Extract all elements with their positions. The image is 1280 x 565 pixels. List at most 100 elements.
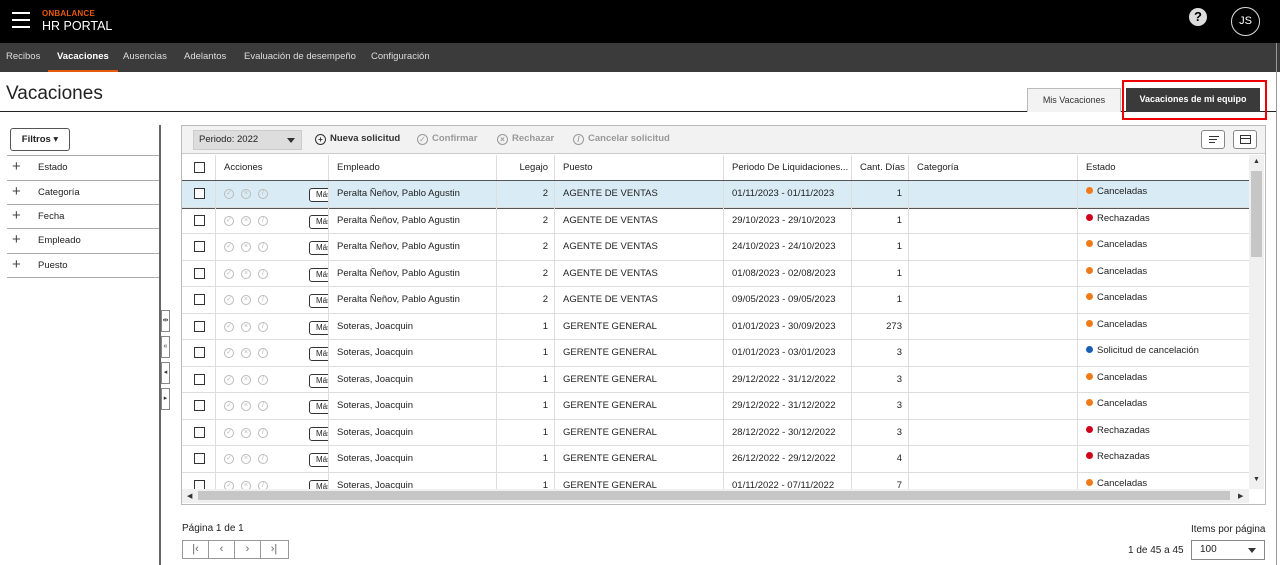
- first-page-icon[interactable]: |‹: [183, 541, 209, 558]
- filter-estado[interactable]: + Estado: [7, 155, 159, 179]
- table-row[interactable]: ✓ × / MásPeralta Ñeñov, Pablo Agustin2AGENT…: [182, 180, 1249, 209]
- col-categoria[interactable]: Categoría: [908, 155, 1077, 181]
- filter-fecha[interactable]: + Fecha: [7, 204, 159, 228]
- confirm-icon[interactable]: ✓: [224, 374, 234, 385]
- nav-configuracion[interactable]: Configuración: [371, 43, 430, 72]
- more-button[interactable]: Más: [309, 294, 328, 308]
- more-button[interactable]: Más: [309, 453, 328, 467]
- reject-icon[interactable]: ×: [241, 454, 251, 464]
- reject-icon[interactable]: ×: [241, 215, 251, 226]
- scroll-up-icon[interactable]: ▲: [1253, 158, 1260, 165]
- confirm-icon[interactable]: ✓: [224, 427, 234, 438]
- table-row[interactable]: ✓ × / MásSoteras, Joacquin1GERENTE GENERAL2…: [182, 419, 1249, 446]
- menu-icon[interactable]: [12, 12, 30, 30]
- collapse-left-icon[interactable]: ◂: [161, 362, 170, 384]
- confirm-icon[interactable]: ✓: [224, 480, 234, 489]
- col-dias[interactable]: Cant. Días: [851, 155, 908, 181]
- cancel-icon[interactable]: /: [258, 374, 268, 385]
- row-checkbox[interactable]: [194, 453, 205, 464]
- confirm-icon[interactable]: ✓: [224, 401, 234, 411]
- items-per-page-select[interactable]: 100: [1191, 540, 1265, 560]
- vertical-scroll-thumb[interactable]: [1251, 171, 1262, 257]
- cancel-icon[interactable]: /: [258, 401, 268, 411]
- table-row[interactable]: ✓ × / MásPeralta Ñeñov, Pablo Agustin2AGENT…: [182, 207, 1249, 234]
- reject-icon[interactable]: ×: [241, 321, 251, 332]
- collapse-all-icon[interactable]: «: [161, 336, 170, 358]
- cancel-request-button[interactable]: / Cancelar solicitud: [573, 133, 670, 145]
- confirm-icon[interactable]: ✓: [224, 268, 234, 279]
- col-legajo[interactable]: Legajo: [496, 155, 554, 181]
- more-button[interactable]: Más: [309, 188, 328, 202]
- reject-icon[interactable]: ×: [241, 427, 251, 438]
- reject-icon[interactable]: ×: [241, 242, 251, 252]
- reject-icon[interactable]: ×: [241, 401, 251, 411]
- horizontal-scroll-thumb[interactable]: [198, 491, 1230, 500]
- table-row[interactable]: ✓ × / MásSoteras, Joacquin1GERENTE GENERAL0…: [182, 313, 1249, 340]
- row-checkbox[interactable]: [194, 294, 205, 305]
- cancel-icon[interactable]: /: [258, 480, 268, 489]
- new-request-button[interactable]: + Nueva solicitud: [315, 133, 400, 145]
- cancel-icon[interactable]: /: [258, 348, 268, 358]
- help-icon[interactable]: ?: [1189, 8, 1207, 26]
- col-acciones[interactable]: Acciones: [215, 155, 328, 181]
- cancel-icon[interactable]: /: [258, 268, 268, 279]
- confirm-icon[interactable]: ✓: [224, 454, 234, 464]
- reject-icon[interactable]: ×: [241, 295, 251, 305]
- table-row[interactable]: ✓ × / MásPeralta Ñeñov, Pablo Agustin2AGENT…: [182, 287, 1249, 314]
- confirm-icon[interactable]: ✓: [224, 215, 234, 226]
- confirm-icon[interactable]: ✓: [224, 242, 234, 252]
- filters-button[interactable]: Filtros ▾: [10, 128, 70, 151]
- scroll-right-icon[interactable]: ▶: [1238, 492, 1243, 500]
- filter-puesto[interactable]: + Puesto: [7, 253, 159, 277]
- last-page-icon[interactable]: ›|: [261, 541, 287, 558]
- table-row[interactable]: ✓ × / MásPeralta Ñeñov, Pablo Agustin2AGENT…: [182, 260, 1249, 287]
- table-row[interactable]: ✓ × / MásSoteras, Joacquin1GERENTE GENERAL0…: [182, 472, 1249, 489]
- more-button[interactable]: Más: [309, 214, 328, 229]
- confirm-icon[interactable]: ✓: [224, 321, 234, 332]
- row-checkbox[interactable]: [194, 400, 205, 411]
- more-button[interactable]: Más: [309, 241, 328, 255]
- row-checkbox[interactable]: [194, 188, 205, 199]
- tab-mis-vacaciones[interactable]: Mis Vacaciones: [1027, 88, 1121, 112]
- next-page-icon[interactable]: ›: [235, 541, 261, 558]
- filter-empleado[interactable]: + Empleado: [7, 228, 159, 252]
- confirm-icon[interactable]: ✓: [224, 189, 234, 199]
- tab-vacaciones-equipo[interactable]: Vacaciones de mi equipo: [1126, 88, 1260, 112]
- reject-icon[interactable]: ×: [241, 189, 251, 199]
- table-row[interactable]: ✓ × / MásSoteras, Joacquin1GERENTE GENERAL2…: [182, 446, 1249, 473]
- row-checkbox[interactable]: [194, 479, 205, 489]
- col-empleado[interactable]: Empleado: [328, 155, 496, 181]
- brand-logo[interactable]: ONBALANCE HR PORTAL: [42, 10, 112, 33]
- prev-page-icon[interactable]: ‹: [209, 541, 235, 558]
- list-view-button[interactable]: [1201, 130, 1225, 149]
- cancel-icon[interactable]: /: [258, 295, 268, 305]
- row-checkbox[interactable]: [194, 214, 205, 226]
- row-checkbox[interactable]: [194, 373, 205, 385]
- table-row[interactable]: ✓ × / MásSoteras, Joacquin1GERENTE GENERAL2…: [182, 366, 1249, 393]
- cancel-icon[interactable]: /: [258, 454, 268, 464]
- nav-ausencias[interactable]: Ausencias: [123, 43, 167, 72]
- row-checkbox[interactable]: [194, 426, 205, 438]
- col-estado[interactable]: Estado: [1077, 155, 1249, 181]
- table-row[interactable]: ✓ × / MásSoteras, Joacquin1GERENTE GENERAL2…: [182, 393, 1249, 420]
- col-periodo[interactable]: Periodo De Liquidaciones...: [723, 155, 851, 181]
- reject-button[interactable]: × Rechazar: [497, 133, 554, 145]
- nav-vacaciones[interactable]: Vacaciones: [48, 43, 118, 72]
- more-button[interactable]: Más: [309, 347, 328, 361]
- select-all-checkbox[interactable]: [194, 162, 205, 173]
- period-select[interactable]: Periodo: 2022: [193, 130, 302, 150]
- table-row[interactable]: ✓ × / MásPeralta Ñeñov, Pablo Agustin2AGENT…: [182, 234, 1249, 261]
- row-checkbox[interactable]: [194, 320, 205, 332]
- scroll-down-icon[interactable]: ▼: [1253, 476, 1260, 483]
- filter-categoria[interactable]: + Categoría: [7, 180, 159, 204]
- scroll-left-icon[interactable]: ◀: [187, 492, 192, 500]
- reject-icon[interactable]: ×: [241, 480, 251, 489]
- confirm-button[interactable]: ✓ Confirmar: [417, 133, 477, 145]
- confirm-icon[interactable]: ✓: [224, 295, 234, 305]
- reject-icon[interactable]: ×: [241, 268, 251, 279]
- nav-adelantos[interactable]: Adelantos: [184, 43, 226, 72]
- more-button[interactable]: Más: [309, 320, 328, 335]
- cancel-icon[interactable]: /: [258, 189, 268, 199]
- reject-icon[interactable]: ×: [241, 374, 251, 385]
- expand-right-icon[interactable]: ▸: [161, 388, 170, 410]
